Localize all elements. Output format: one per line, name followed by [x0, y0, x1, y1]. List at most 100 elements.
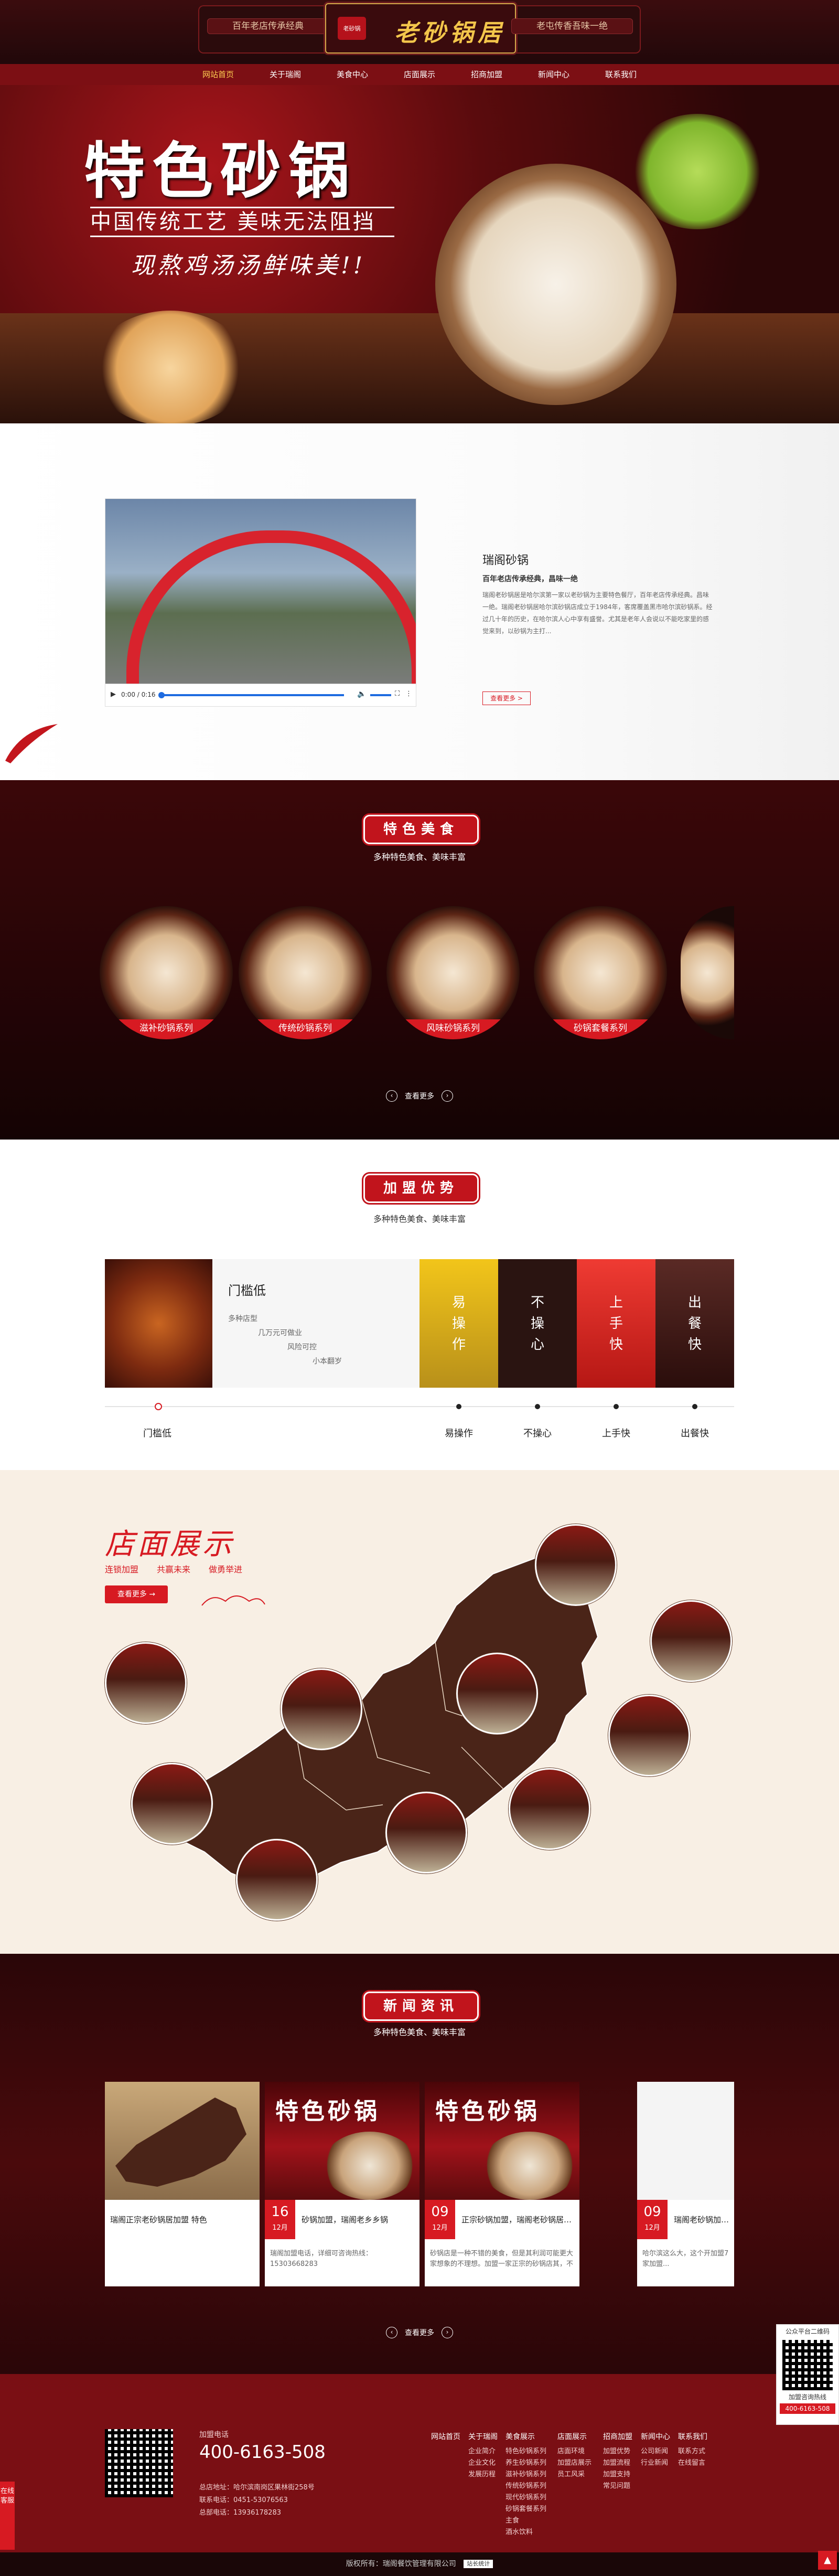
franchise-tab-dot[interactable] — [535, 1404, 540, 1409]
site-logo[interactable]: 老砂锅 老砂锅居 — [325, 3, 516, 54]
news-title: 瑞阁老砂锅加盟，瑞 — [674, 2215, 732, 2224]
footer-link[interactable]: 主食 — [505, 2515, 546, 2527]
nav-home[interactable]: 网站首页 — [185, 64, 252, 85]
footer-link[interactable]: 员工风采 — [557, 2469, 591, 2481]
franchise-tab[interactable]: 门槛低 — [115, 1426, 199, 1440]
store-photo[interactable] — [105, 1642, 187, 1724]
floating-qr-panel: 公众平台二维码 加盟咨询热线 400-6163-508 — [776, 2324, 839, 2425]
footer-link[interactable]: 联系方式 — [678, 2446, 707, 2457]
online-service-tab[interactable]: 在线客服 — [0, 2482, 15, 2550]
news-poster-title: 特色砂锅 — [435, 2098, 540, 2125]
footer-link[interactable]: 企业简介 — [468, 2446, 498, 2457]
footer-column-head[interactable]: 关于瑞阁 — [468, 2431, 498, 2443]
news-month: 12月 — [272, 2224, 288, 2232]
nav-contact[interactable]: 联系我们 — [587, 64, 654, 85]
footer-link[interactable]: 传统砂锅系列 — [505, 2481, 546, 2492]
franchise-tab[interactable]: 不操心 — [496, 1426, 579, 1440]
store-photo[interactable] — [236, 1839, 318, 1921]
food-item[interactable]: 风味砂锅系列 — [386, 906, 520, 1039]
nav-news[interactable]: 新闻中心 — [520, 64, 587, 85]
food-item[interactable]: 传统砂锅系列 — [239, 906, 372, 1039]
back-to-top-button[interactable]: ▲ — [818, 2551, 837, 2570]
franchise-tab[interactable]: 出餐快 — [653, 1426, 737, 1440]
footer-link[interactable]: 企业文化 — [468, 2457, 498, 2469]
footer-column-head[interactable]: 招商加盟 — [603, 2431, 632, 2443]
news-card[interactable]: 瑞阁正宗老砂锅居加盟 特色 — [105, 2082, 260, 2286]
volume-slider[interactable] — [370, 694, 391, 696]
store-photo[interactable] — [385, 1792, 467, 1874]
store-photo[interactable] — [281, 1668, 362, 1750]
nav-stores[interactable]: 店面展示 — [386, 64, 453, 85]
footer-link[interactable]: 加盟流程 — [603, 2457, 632, 2469]
footer-link[interactable]: 店面环境 — [557, 2446, 591, 2457]
footer-link[interactable]: 滋补砂锅系列 — [505, 2469, 546, 2481]
franchise-tile[interactable]: 上手快 — [577, 1259, 655, 1388]
video-progress-bar[interactable] — [160, 694, 344, 696]
footer-column-head[interactable]: 美食展示 — [505, 2431, 546, 2443]
franchise-tile[interactable]: 不操心 — [498, 1259, 577, 1388]
prev-arrow-icon[interactable]: ‹ — [386, 1090, 397, 1102]
video-arch — [126, 530, 416, 684]
news-card[interactable]: 09 12月 瑞阁老砂锅加盟，瑞 哈尔滨这么大，这个开加盟7家加盟... — [637, 2082, 734, 2286]
cnzz-badge[interactable]: 站长统计 — [464, 2560, 493, 2568]
food-item[interactable]: 砂锅套餐系列 — [534, 906, 667, 1039]
footer-column-head[interactable]: 新闻中心 — [641, 2431, 670, 2443]
franchise-tab-dot[interactable] — [692, 1404, 697, 1409]
store-photo[interactable] — [650, 1600, 732, 1682]
fullscreen-icon[interactable]: ⛶ — [395, 690, 400, 698]
video-frame[interactable] — [105, 499, 416, 684]
news-card[interactable]: 特色砂锅 09 12月 正宗砂锅加盟，瑞阁老砂锅居招商创业 砂锅店是一种不错的美… — [425, 2082, 579, 2286]
next-arrow-icon[interactable]: › — [442, 2327, 453, 2338]
footer-column-head[interactable]: 联系我们 — [678, 2431, 707, 2443]
footer-link[interactable]: 现代砂锅系列 — [505, 2492, 546, 2504]
franchise-tab-dot[interactable] — [155, 1403, 162, 1410]
footer-link[interactable]: 砂锅套餐系列 — [505, 2504, 546, 2515]
footer-link[interactable]: 养生砂锅系列 — [505, 2457, 546, 2469]
nav-food[interactable]: 美食中心 — [319, 64, 386, 85]
franchise-tab-dot[interactable] — [614, 1404, 619, 1409]
franchise-tab[interactable]: 易操作 — [417, 1426, 501, 1440]
hero-tagline: 现熬鸡汤汤鲜味美!! — [131, 252, 366, 279]
about-more-button[interactable]: 查看更多 > — [482, 691, 531, 705]
stores-tags: 连锁加盟 共赢未来 做勇举进 — [105, 1562, 242, 1575]
video-progress-handle[interactable] — [158, 692, 165, 698]
stores-more-button[interactable]: 查看更多 → — [105, 1585, 168, 1603]
volume-icon[interactable]: 🔈 — [357, 690, 366, 698]
next-arrow-icon[interactable]: › — [442, 1090, 453, 1102]
footer-link[interactable]: 公司新闻 — [641, 2446, 670, 2457]
nav-about[interactable]: 关于瑞阁 — [252, 64, 319, 85]
footer-link[interactable]: 行业新闻 — [641, 2457, 670, 2469]
news-card[interactable]: 特色砂锅 16 12月 砂锅加盟，瑞阁老乡乡锅 瑞阁加盟电话，详细可咨询热线：1… — [265, 2082, 420, 2286]
store-photo[interactable] — [509, 1768, 590, 1850]
footer-link[interactable]: 常见问题 — [603, 2481, 632, 2492]
news-pager-label[interactable]: 查看更多 — [405, 2327, 434, 2338]
hero-banner[interactable]: 特色砂锅 中国传统工艺 美味无法阻挡 现熬鸡汤汤鲜味美!! — [0, 85, 839, 423]
footer-link[interactable]: 特色砂锅系列 — [505, 2446, 546, 2457]
franchise-tab[interactable]: 上手快 — [574, 1426, 658, 1440]
footer-column-head[interactable]: 店面展示 — [557, 2431, 591, 2443]
franchise-tile[interactable]: 易操作 — [420, 1259, 498, 1388]
more-options-icon[interactable]: ⋮ — [405, 690, 412, 698]
store-photo[interactable] — [456, 1653, 538, 1734]
video-player[interactable]: ▶ 0:00 / 0:16 🔈 ⛶ ⋮ — [105, 498, 416, 707]
franchise-tab-dot[interactable] — [456, 1404, 461, 1409]
footer-column-head[interactable]: 网站首页 — [431, 2431, 460, 2443]
franchise-tile[interactable]: 出餐快 — [655, 1259, 734, 1388]
cloud-decoration — [199, 1590, 267, 1611]
play-icon[interactable]: ▶ — [111, 690, 116, 698]
news-heading: 新闻资讯 — [363, 1992, 479, 2021]
food-pager-label[interactable]: 查看更多 — [405, 1091, 434, 1101]
prev-arrow-icon[interactable]: ‹ — [386, 2327, 397, 2338]
food-item[interactable]: 滋补砂锅系列 — [100, 906, 233, 1039]
store-photo[interactable] — [608, 1695, 690, 1776]
footer-link[interactable]: 加盟店展示 — [557, 2457, 591, 2469]
footer-link[interactable]: 在线留言 — [678, 2457, 707, 2469]
floating-phone[interactable]: 400-6163-508 — [780, 2403, 835, 2414]
store-photo[interactable] — [535, 1524, 617, 1606]
store-photo[interactable] — [131, 1763, 213, 1845]
footer-link[interactable]: 加盟支持 — [603, 2469, 632, 2481]
footer-link[interactable]: 酒水饮料 — [505, 2527, 546, 2538]
nav-franchise[interactable]: 招商加盟 — [453, 64, 520, 85]
footer-link[interactable]: 加盟优势 — [603, 2446, 632, 2457]
footer-link[interactable]: 发展历程 — [468, 2469, 498, 2481]
